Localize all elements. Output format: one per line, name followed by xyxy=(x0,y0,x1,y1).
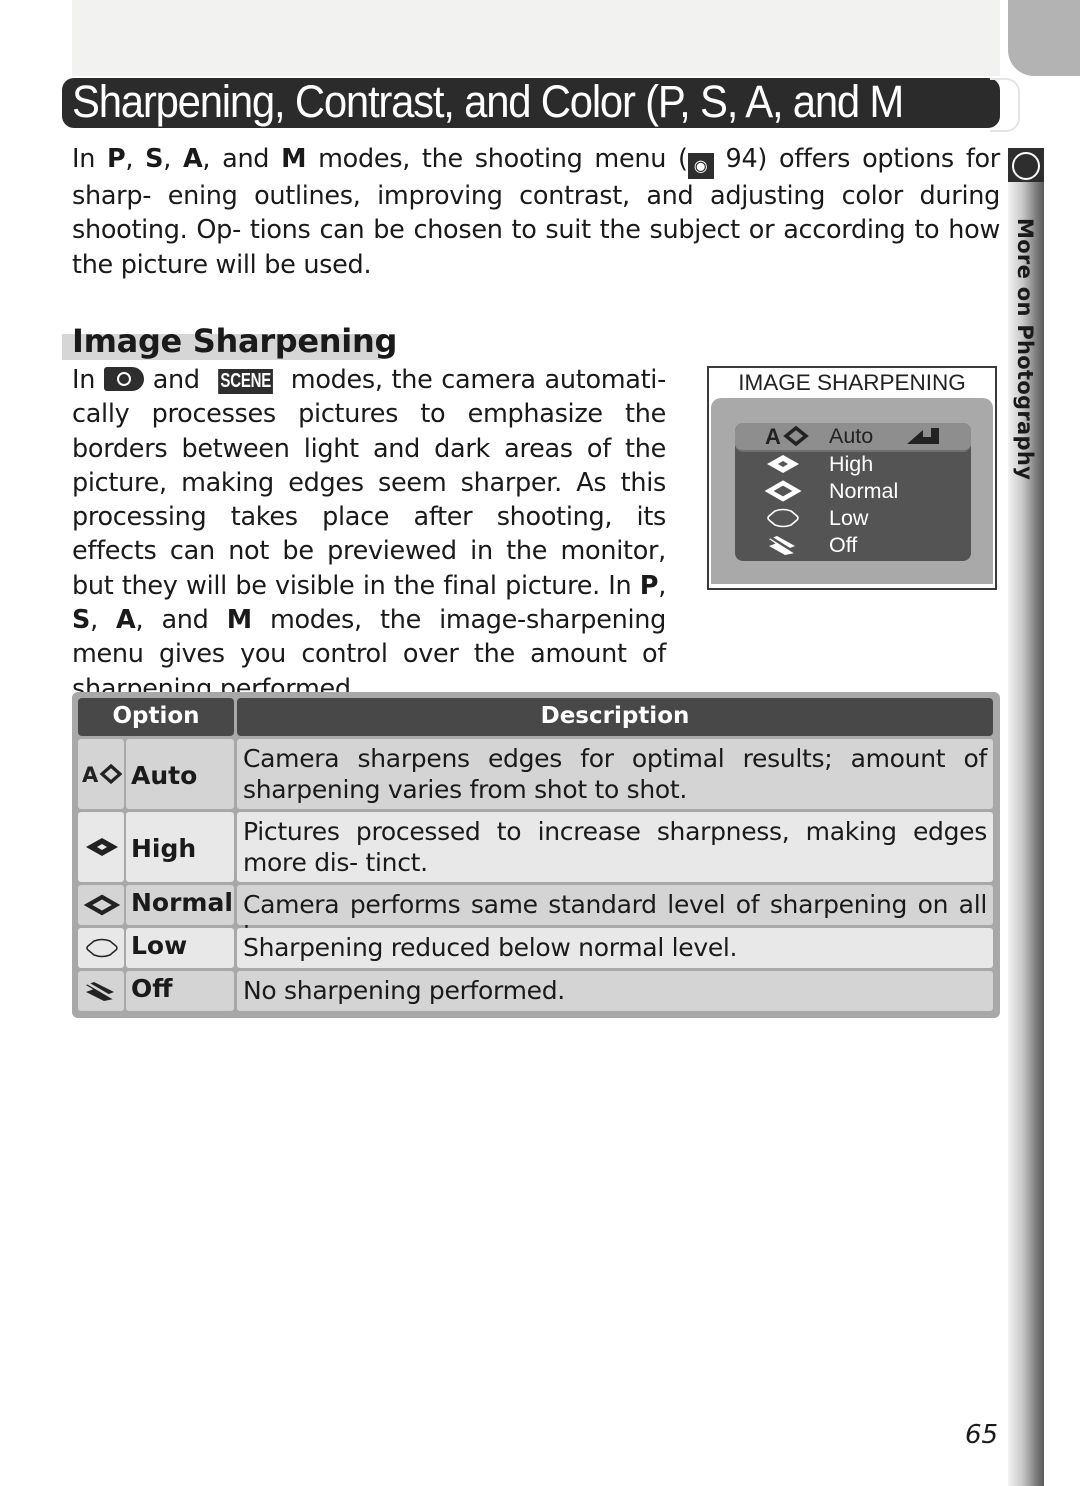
option-name: High xyxy=(131,834,197,863)
option-icon-cell xyxy=(78,971,124,1011)
menu-panel: A Auto High Normal Low Off xyxy=(711,398,993,584)
option-icon-cell xyxy=(78,812,124,882)
description-cell: No sharpening performed. xyxy=(237,971,993,1011)
menu-item-auto[interactable]: A Auto xyxy=(735,423,971,452)
description-cell: Pictures processed to increase sharpness… xyxy=(237,812,993,882)
sharpening-normal-icon xyxy=(83,894,121,916)
option-name: Off xyxy=(131,974,173,1003)
menu-item-normal[interactable]: Normal xyxy=(735,478,971,505)
menu-item-high[interactable]: High xyxy=(735,451,971,478)
menu-item-off[interactable]: Off xyxy=(735,532,971,559)
options-table: Option Description A Auto Camera sharpen… xyxy=(72,692,1000,1018)
sharpening-low-icon xyxy=(767,508,799,528)
sharpening-high-icon xyxy=(767,455,799,473)
option-description: Camera sharpens edges for optimal result… xyxy=(243,744,987,804)
section-paragraph: In and SCENE modes, the camera automati-… xyxy=(72,365,666,704)
description-cell: Sharpening reduced below normal level. xyxy=(237,928,993,968)
option-name: Auto xyxy=(131,761,198,790)
menu-reference-icon: ◉ xyxy=(687,153,714,179)
option-description: No sharpening performed. xyxy=(243,976,565,1005)
enter-arrow-icon xyxy=(907,428,939,444)
option-name: Low xyxy=(131,931,188,960)
page-number: 65 xyxy=(965,1420,999,1450)
menu-list: A Auto High Normal Low Off xyxy=(735,423,971,561)
option-description: Sharpening reduced below normal level. xyxy=(243,933,738,962)
option-icon-cell xyxy=(78,928,124,968)
menu-item-label: Low xyxy=(829,506,869,530)
option-name-cell: Normal xyxy=(126,885,234,925)
sharpening-high-icon xyxy=(86,838,118,856)
sharpening-auto-icon: A xyxy=(82,763,122,785)
menu-item-label: High xyxy=(829,452,874,476)
table-header-description: Description xyxy=(237,698,993,736)
intro-paragraph: In P, S, A, and M modes, the shooting me… xyxy=(72,144,1000,280)
sharpening-off-icon xyxy=(766,534,800,556)
menu-item-label: Auto xyxy=(829,424,874,448)
sharpening-low-icon xyxy=(86,938,118,958)
svg-text:A: A xyxy=(82,763,99,785)
chapter-icon xyxy=(1008,148,1044,182)
option-name-cell: Auto xyxy=(126,739,234,809)
option-icon-cell: A xyxy=(78,739,124,809)
sharpening-off-icon xyxy=(83,980,119,1002)
title-bar-edge xyxy=(990,78,1020,132)
camera-mode-icon xyxy=(103,367,144,391)
corner-tab xyxy=(1008,0,1080,76)
menu-item-label: Off xyxy=(829,533,858,557)
option-name: Normal xyxy=(131,888,233,917)
section-heading: Image Sharpening xyxy=(72,322,398,360)
option-description: Pictures processed to increase sharpness… xyxy=(243,817,987,877)
menu-item-low[interactable]: Low xyxy=(735,505,971,532)
page-title: Sharpening, Contrast, and Color (P, S, A… xyxy=(72,76,904,127)
side-tab-label: More on Photography xyxy=(1013,218,1037,481)
option-name-cell: Low xyxy=(126,928,234,968)
menu-item-label: Normal xyxy=(829,479,899,503)
description-cell: Camera sharpens edges for optimal result… xyxy=(237,739,993,809)
svg-text:A: A xyxy=(765,425,781,447)
menu-screen-illustration: IMAGE SHARPENING A Auto High Normal Low … xyxy=(707,366,997,590)
description-cell: Camera performs same standard level of s… xyxy=(237,885,993,950)
ring-icon xyxy=(1012,152,1040,180)
scene-mode-icon: SCENE xyxy=(217,369,273,394)
table-header-option: Option xyxy=(78,698,234,736)
sharpening-auto-icon: A xyxy=(765,425,809,447)
sharpening-normal-icon xyxy=(765,480,802,502)
option-name-cell: High xyxy=(126,812,234,882)
page-title-bar: Sharpening, Contrast, and Color (P, S, A… xyxy=(62,76,1000,128)
top-band xyxy=(72,0,1000,76)
option-name-cell: Off xyxy=(126,971,234,1011)
menu-screen-title: IMAGE SHARPENING xyxy=(738,370,966,395)
option-icon-cell xyxy=(78,885,124,925)
